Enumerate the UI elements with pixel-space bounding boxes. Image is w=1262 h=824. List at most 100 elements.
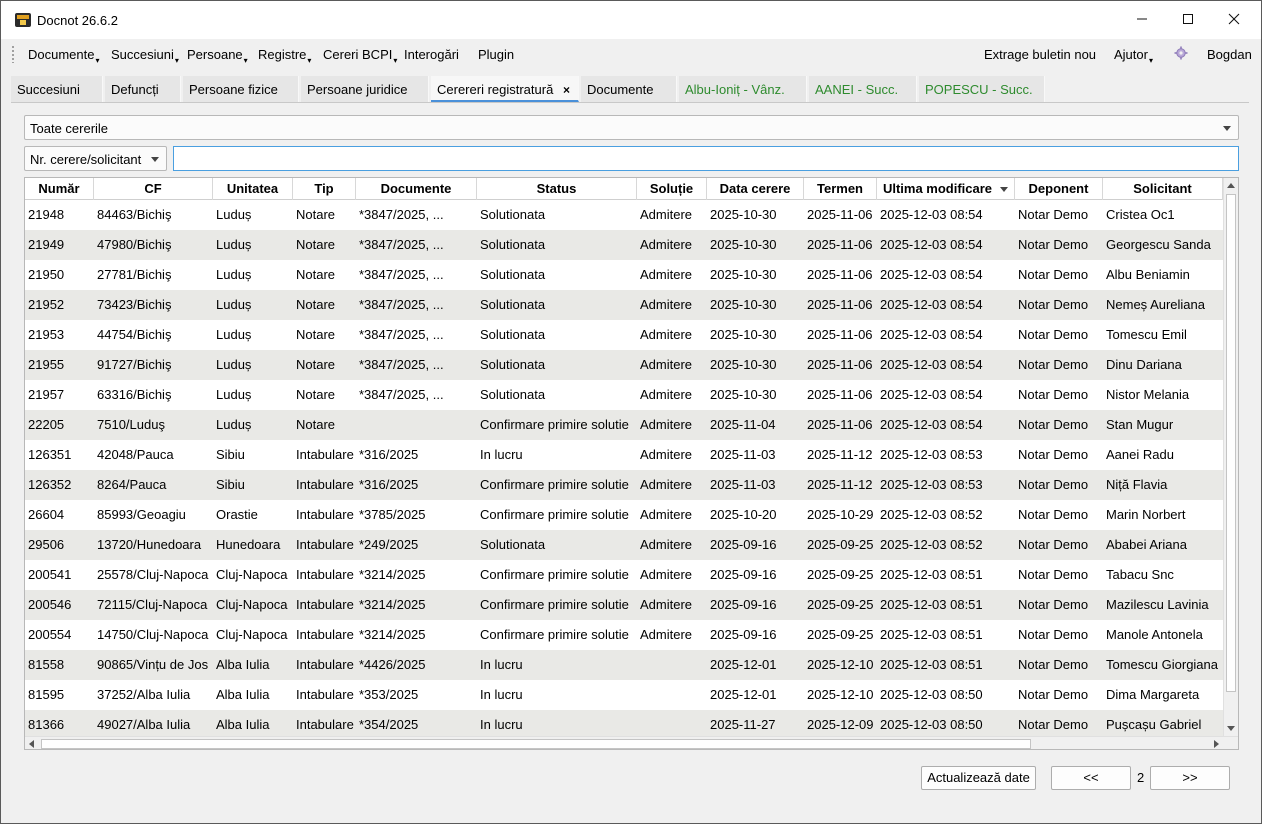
table-row[interactable]: 200554 14750/Cluj-Napoca Cluj-Napoca Intabu… bbox=[25, 620, 1223, 650]
column-header[interactable]: Soluție bbox=[637, 178, 707, 200]
menu-persoane[interactable]: Persoane▾ bbox=[187, 47, 248, 65]
menu-user[interactable]: Bogdan bbox=[1207, 47, 1252, 62]
menu-extrage-buletin[interactable]: Extrage buletin nou bbox=[984, 47, 1096, 62]
table-cell: Nistor Melania bbox=[1106, 387, 1190, 402]
scroll-down-icon[interactable] bbox=[1227, 726, 1235, 731]
table-row[interactable]: 200546 72115/Cluj-Napoca Cluj-Napoca Intabu… bbox=[25, 590, 1223, 620]
horizontal-scrollbar[interactable] bbox=[25, 736, 1238, 749]
table-cell: Luduș bbox=[216, 327, 252, 342]
search-input[interactable] bbox=[173, 146, 1239, 171]
menu-documente[interactable]: Documente▾ bbox=[28, 47, 100, 65]
table-row[interactable]: 21950 27781/Bichiş Luduș Notare *3847/2025, … bbox=[25, 260, 1223, 290]
column-header[interactable]: Ultima modificare bbox=[877, 178, 1015, 200]
table-cell: Solutionata bbox=[480, 207, 546, 222]
table-cell: Notar Demo bbox=[1018, 387, 1089, 402]
table-row[interactable]: 22205 7510/Luduş Luduș Notare Confirmare pri… bbox=[25, 410, 1223, 440]
chevron-down-icon bbox=[1223, 126, 1231, 131]
tab-4[interactable]: Cerereri registratură × bbox=[431, 76, 579, 102]
close-window-button[interactable] bbox=[1211, 7, 1257, 35]
vertical-scroll-thumb[interactable] bbox=[1226, 194, 1236, 692]
tab-1[interactable]: Defuncți bbox=[105, 76, 181, 102]
table-row[interactable]: 21957 63316/Bichiş Luduș Notare *3847/2025, … bbox=[25, 380, 1223, 410]
menu-ajutor[interactable]: Ajutor▾ bbox=[1114, 47, 1153, 65]
column-header[interactable]: Număr bbox=[25, 178, 94, 200]
table-row[interactable]: 81366 49027/Alba Iulia Alba Iulia Intabular… bbox=[25, 710, 1223, 736]
table-cell: Ababei Ariana bbox=[1106, 537, 1187, 552]
table-row[interactable]: 21949 47980/Bichiş Luduș Notare *3847/2025, … bbox=[25, 230, 1223, 260]
settings-gear-menu[interactable] bbox=[1174, 46, 1188, 63]
table-cell: 27781/Bichiş bbox=[97, 267, 172, 282]
tab-3[interactable]: Persoane juridice bbox=[301, 76, 429, 102]
tab-0[interactable]: Succesiuni bbox=[11, 76, 103, 102]
maximize-button[interactable] bbox=[1165, 7, 1211, 35]
table-cell: Confirmare primire solutie bbox=[480, 627, 629, 642]
table-cell: *3847/2025, ... bbox=[359, 207, 444, 222]
previous-page-button[interactable]: << bbox=[1051, 766, 1131, 790]
menu-succesiuni[interactable]: Succesiuni▾ bbox=[111, 47, 179, 65]
tab-7[interactable]: AANEI - Succ. bbox=[809, 76, 917, 102]
column-header-label: Documente bbox=[380, 181, 452, 196]
table-cell: 2025-09-16 bbox=[710, 537, 777, 552]
table-row[interactable]: 26604 85993/Geoagiu Orastie Intabulare *3785… bbox=[25, 500, 1223, 530]
table-cell: 2025-11-12 bbox=[807, 447, 873, 462]
table-cell: 2025-11-06 bbox=[807, 357, 873, 372]
table-row[interactable]: 21952 73423/Bichiş Luduș Notare *3847/2025, … bbox=[25, 290, 1223, 320]
column-header[interactable]: Data cerere bbox=[707, 178, 804, 200]
table-cell: Intabulare bbox=[296, 627, 354, 642]
tab-label: Succesiuni bbox=[17, 82, 80, 97]
table-cell: 2025-10-30 bbox=[710, 267, 777, 282]
request-filter-select[interactable]: Toate cererile bbox=[24, 115, 1239, 140]
menu-grip-handle[interactable] bbox=[11, 45, 15, 63]
menu-interogări[interactable]: Interogări bbox=[404, 47, 459, 62]
menu-plugin[interactable]: Plugin bbox=[478, 47, 514, 62]
dropdown-arrow-icon: ▾ bbox=[174, 56, 179, 65]
tab-5[interactable]: Documente bbox=[581, 76, 677, 102]
vertical-scrollbar[interactable] bbox=[1223, 178, 1238, 736]
table-cell: Admitere bbox=[640, 567, 693, 582]
table-cell: Notare bbox=[296, 417, 336, 432]
table-row[interactable]: 21948 84463/Bichiş Luduș Notare *3847/2025, … bbox=[25, 200, 1223, 230]
table-cell: Notar Demo bbox=[1018, 567, 1089, 582]
table-cell: Hunedoara bbox=[216, 537, 281, 552]
table-cell: *3847/2025, ... bbox=[359, 237, 444, 252]
table-row[interactable]: 200541 25578/Cluj-Napoca Cluj-Napoca Intabu… bbox=[25, 560, 1223, 590]
column-header[interactable]: Status bbox=[477, 178, 637, 200]
column-header[interactable]: CF bbox=[94, 178, 213, 200]
close-tab-icon[interactable]: × bbox=[563, 76, 570, 100]
table-body: 21948 84463/Bichiş Luduș Notare *3847/2025, … bbox=[25, 200, 1223, 736]
column-header-label: Solicitant bbox=[1133, 181, 1192, 196]
menu-cereri-bcpi[interactable]: Cereri BCPI▾ bbox=[323, 47, 398, 65]
table-cell: Notar Demo bbox=[1018, 597, 1089, 612]
search-type-select[interactable]: Nr. cerere/solicitant bbox=[24, 146, 167, 171]
table-row[interactable]: 21955 91727/Bichiş Luduș Notare *3847/2025, … bbox=[25, 350, 1223, 380]
table-row[interactable]: 29506 13720/Hunedoara Hunedoara Intabulare *… bbox=[25, 530, 1223, 560]
table-cell: 2025-11-27 bbox=[710, 717, 776, 732]
tab-8[interactable]: POPESCU - Succ. bbox=[919, 76, 1045, 102]
dropdown-arrow-icon: ▾ bbox=[393, 56, 398, 65]
scroll-right-icon[interactable] bbox=[1214, 740, 1219, 748]
column-header[interactable]: Unitatea bbox=[213, 178, 293, 200]
column-header[interactable]: Tip bbox=[293, 178, 356, 200]
table-cell: Admitere bbox=[640, 357, 693, 372]
tab-6[interactable]: Albu-Ioniț - Vânz. bbox=[679, 76, 807, 102]
column-header[interactable]: Documente bbox=[356, 178, 477, 200]
scroll-left-icon[interactable] bbox=[29, 740, 34, 748]
table-cell: 2025-12-03 08:50 bbox=[880, 687, 983, 702]
table-row[interactable]: 81558 90865/Vințu de Jos Alba Iulia Intabul… bbox=[25, 650, 1223, 680]
menu-registre[interactable]: Registre▾ bbox=[258, 47, 311, 65]
tab-label: AANEI - Succ. bbox=[815, 82, 899, 97]
column-header[interactable]: Deponent bbox=[1015, 178, 1103, 200]
table-row[interactable]: 81595 37252/Alba Iulia Alba Iulia Intabular… bbox=[25, 680, 1223, 710]
table-cell: 2025-11-12 bbox=[807, 477, 873, 492]
table-row[interactable]: 126352 8264/Pauca Sibiu Intabulare *316/2025… bbox=[25, 470, 1223, 500]
refresh-data-button[interactable]: Actualizează date bbox=[921, 766, 1036, 790]
next-page-button[interactable]: >> bbox=[1150, 766, 1230, 790]
column-header[interactable]: Termen bbox=[804, 178, 877, 200]
minimize-button[interactable] bbox=[1119, 7, 1165, 35]
tab-2[interactable]: Persoane fizice bbox=[183, 76, 299, 102]
horizontal-scroll-thumb[interactable] bbox=[41, 739, 1031, 749]
column-header[interactable]: Solicitant bbox=[1103, 178, 1223, 200]
table-row[interactable]: 21953 44754/Bichiş Luduș Notare *3847/2025, … bbox=[25, 320, 1223, 350]
table-row[interactable]: 126351 42048/Pauca Sibiu Intabulare *316/202… bbox=[25, 440, 1223, 470]
scroll-up-icon[interactable] bbox=[1227, 183, 1235, 188]
